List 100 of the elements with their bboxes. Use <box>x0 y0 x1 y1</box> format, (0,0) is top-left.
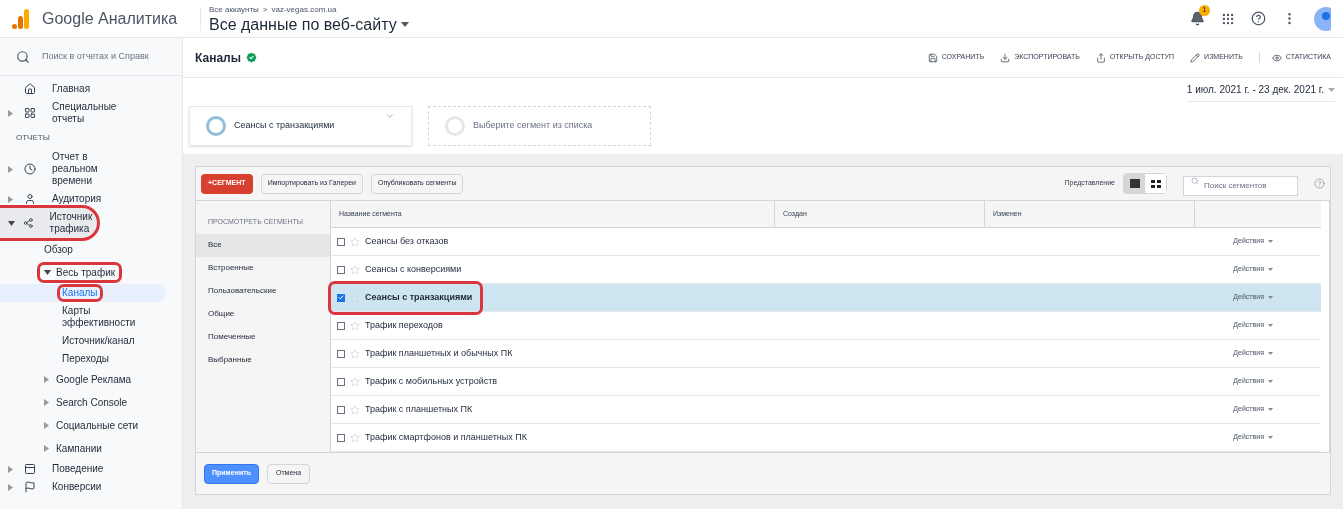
nav-subitem[interactable]: Google Реклама <box>40 372 136 387</box>
caret-icon <box>400 22 409 27</box>
star-icon[interactable] <box>350 348 360 359</box>
action-icon <box>1095 52 1106 63</box>
checkbox[interactable] <box>337 265 345 274</box>
checkbox[interactable] <box>337 405 345 414</box>
checkbox[interactable] <box>337 321 345 330</box>
segment-label: Сеансы с транзакциями <box>234 119 335 133</box>
grid-view-button[interactable] <box>1145 174 1166 193</box>
search-icon <box>16 49 30 64</box>
checkbox[interactable] <box>337 433 345 442</box>
segment-name: Сеансы без отказов <box>365 234 449 248</box>
nav-subitem[interactable]: Обзор <box>40 242 77 257</box>
chevron-icon[interactable] <box>385 111 395 121</box>
breadcrumb[interactable]: Все аккаунты <box>209 3 259 16</box>
caret-icon <box>1268 240 1273 243</box>
star-icon[interactable] <box>350 264 360 275</box>
product-name: Google Аналитика <box>42 8 179 29</box>
nav-icon <box>24 107 36 119</box>
caret-icon <box>1268 324 1273 327</box>
segment-filter[interactable]: Общие <box>196 302 330 326</box>
segment-name: Сеансы с транзакциями <box>365 290 473 304</box>
collapsed-caret-icon[interactable] <box>44 376 52 383</box>
search-icon <box>1191 177 1199 186</box>
nav-icon <box>24 481 36 493</box>
view-selector[interactable]: Все данные по веб-сайту <box>209 15 409 34</box>
action-icon <box>1190 52 1201 63</box>
nav-item[interactable]: Поведение <box>0 460 166 478</box>
collapsed-caret-icon[interactable] <box>8 195 16 203</box>
segment-search-field[interactable]: Поиск сегментов <box>1183 175 1298 196</box>
list-view-button[interactable] <box>1124 174 1145 193</box>
nav-item[interactable]: Аудитория <box>0 190 166 208</box>
nav-subitem[interactable]: Карты эффективности <box>60 305 140 329</box>
star-icon[interactable] <box>350 404 360 415</box>
nav-subitem[interactable]: Весь трафик <box>40 265 120 280</box>
action-icon <box>1271 52 1282 63</box>
nav-subitem[interactable]: Социальные сети <box>40 418 143 433</box>
caret-icon <box>1268 268 1273 271</box>
nav-item[interactable]: Конверсии <box>0 478 166 496</box>
segment-ring-icon <box>206 116 226 136</box>
nav-icon <box>24 163 36 175</box>
checkbox[interactable] <box>337 293 345 302</box>
action-icon <box>1000 52 1011 63</box>
nav-subitem[interactable]: Search Console <box>40 395 132 410</box>
list-view-icon <box>1129 179 1140 188</box>
collapsed-caret-icon[interactable] <box>44 445 52 452</box>
breadcrumb[interactable]: vaz-vegas.com.ua <box>271 3 337 16</box>
apps-icon[interactable] <box>1221 11 1235 26</box>
nav-subitem[interactable]: Кампании <box>40 441 106 456</box>
caret-icon <box>1268 380 1273 383</box>
avatar-icon[interactable] <box>1313 6 1331 31</box>
report-title: Каналы <box>195 49 241 67</box>
nav-subitem[interactable]: Переходы <box>60 353 111 365</box>
star-icon[interactable] <box>350 432 360 443</box>
segment-filter[interactable]: Встроенные <box>196 256 330 280</box>
segment-name: Трафик планшетных и обычных ПК <box>365 346 513 360</box>
nav-item[interactable]: Отчет в реальном времени <box>0 148 166 190</box>
segment-filter[interactable]: Помеченные <box>196 325 330 349</box>
collapsed-caret-icon[interactable] <box>8 165 16 173</box>
verified-icon <box>244 51 258 64</box>
logo-icon <box>12 8 30 29</box>
expanded-caret-icon[interactable] <box>8 220 16 226</box>
segment-name: Сеансы с конверсиями <box>365 262 462 276</box>
segment-label: Выберите сегмент из списка <box>473 119 593 133</box>
nav-item[interactable]: Специальные отчеты <box>0 98 166 128</box>
segment-filter[interactable]: Пользовательские <box>196 279 330 303</box>
segment-name: Трафик с мобильных устройств <box>365 374 498 388</box>
action-icon <box>927 52 938 63</box>
checkbox[interactable] <box>337 377 345 386</box>
collapsed-caret-icon[interactable] <box>44 399 52 406</box>
notifications-icon[interactable] <box>1190 11 1205 26</box>
collapsed-caret-icon[interactable] <box>8 109 16 117</box>
nav-icon <box>24 83 36 95</box>
segment-ring-icon <box>445 116 465 136</box>
segment-filter[interactable]: Все <box>196 233 330 257</box>
star-icon[interactable] <box>350 320 360 331</box>
star-icon[interactable] <box>350 376 360 387</box>
nav-subitem[interactable]: Источник/канал <box>60 335 137 347</box>
segment-slot[interactable]: Выберите сегмент из списка <box>428 106 651 146</box>
segment-name: Трафик смартфонов и планшетных ПК <box>365 430 527 444</box>
star-icon[interactable] <box>350 236 360 247</box>
date-range-picker[interactable]: 1 июл. 2021 г. - 23 дек. 2021 г. <box>1186 82 1335 102</box>
section-heading: ОТЧЕТЫ <box>15 132 51 144</box>
checkbox[interactable] <box>337 349 345 358</box>
help-icon[interactable] <box>1251 11 1266 26</box>
caret-icon <box>1268 436 1273 439</box>
collapsed-caret-icon[interactable] <box>8 483 16 491</box>
collapsed-caret-icon[interactable] <box>8 465 16 473</box>
caret-icon <box>1268 408 1273 411</box>
segment-slot[interactable]: Сеансы с транзакциями <box>189 106 412 146</box>
collapsed-caret-icon[interactable] <box>44 422 52 429</box>
segment-filter[interactable]: Выбранные <box>196 348 330 372</box>
nav-item[interactable]: Источник трафика <box>0 208 97 238</box>
nav-icon <box>24 193 36 205</box>
nav-item[interactable]: Главная <box>0 80 166 98</box>
nav-subitem[interactable]: Каналы <box>60 287 100 299</box>
expanded-caret-icon[interactable] <box>44 270 52 275</box>
checkbox[interactable] <box>337 237 345 246</box>
search-field[interactable]: Поиск в отчетах и Справк <box>42 49 162 64</box>
segment-name: Трафик переходов <box>365 318 443 332</box>
